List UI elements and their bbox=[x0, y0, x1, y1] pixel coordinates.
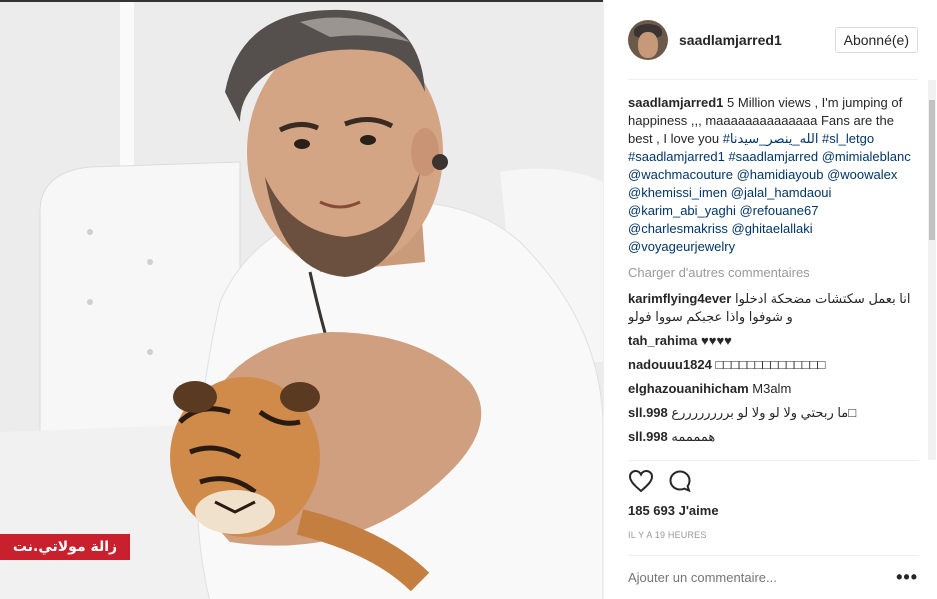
load-more-comments[interactable]: Charger d'autres commentaires bbox=[628, 264, 918, 282]
comments-scrollbar[interactable] bbox=[928, 80, 936, 460]
caption-username[interactable]: saadlamjarred1 bbox=[628, 95, 723, 110]
comment-text: □ما ربحتي ولا لو ولا لو بررررررررع bbox=[671, 405, 857, 420]
post-timestamp[interactable]: IL Y A 19 HEURES bbox=[628, 530, 707, 540]
comment-text: M3alm bbox=[752, 381, 792, 396]
comment-username[interactable]: tah_rahima bbox=[628, 333, 697, 348]
post-username[interactable]: saadlamjarred1 bbox=[679, 32, 835, 48]
heart-icon[interactable] bbox=[628, 469, 654, 496]
post-image: زالة مولاتي.نت bbox=[0, 0, 603, 599]
follow-button[interactable]: Abonné(e) bbox=[834, 26, 918, 53]
comment-username[interactable]: elghazouanihicham bbox=[628, 381, 749, 396]
likes-count[interactable]: 185 693 J'aime bbox=[628, 503, 719, 518]
comment-username[interactable]: nadouuu1824 bbox=[628, 357, 712, 372]
list-item: karimflying4ever انا بعمل سكتشات مضحكة ا… bbox=[628, 290, 918, 326]
comment-bubble-icon[interactable] bbox=[668, 469, 692, 496]
scrollbar-thumb[interactable] bbox=[929, 100, 935, 240]
comment-username[interactable]: sll.998 bbox=[628, 429, 668, 444]
comment-text: ♥♥♥♥ bbox=[701, 333, 732, 348]
caption-mentions[interactable]: @mimialeblanc @wachmacouture @hamidiayou… bbox=[628, 149, 911, 254]
add-comment-bar: ••• bbox=[628, 555, 918, 599]
comment-username[interactable]: sll.998 bbox=[628, 405, 668, 420]
list-item: sll.998 هممممه bbox=[628, 428, 918, 446]
list-item: tah_rahima ♥♥♥♥ bbox=[628, 332, 918, 350]
post-actions bbox=[628, 460, 918, 504]
more-options-icon[interactable]: ••• bbox=[896, 567, 918, 588]
comment-text: هممممه bbox=[671, 429, 716, 444]
list-item: sll.998 □ما ربحتي ولا لو ولا لو بررررررر… bbox=[628, 404, 918, 422]
comment-text: □□□□□□□□□□□□□□ bbox=[715, 357, 826, 372]
list-item: nadouuu1824 □□□□□□□□□□□□□□ bbox=[628, 356, 918, 374]
post-photo-illustration bbox=[0, 2, 603, 599]
add-comment-input[interactable] bbox=[628, 570, 897, 585]
avatar[interactable] bbox=[628, 19, 668, 60]
post-side-panel: saadlamjarred1 Abonné(e) saadlamjarred1 … bbox=[603, 0, 937, 599]
comments-section: saadlamjarred1 5 Million views , I'm jum… bbox=[628, 94, 918, 460]
list-item: elghazouanihicham M3alm bbox=[628, 380, 918, 398]
comment-username[interactable]: karimflying4ever bbox=[628, 291, 731, 306]
post-header: saadlamjarred1 Abonné(e) bbox=[628, 0, 918, 80]
post-caption: saadlamjarred1 5 Million views , I'm jum… bbox=[628, 94, 918, 256]
watermark: زالة مولاتي.نت bbox=[0, 534, 130, 560]
